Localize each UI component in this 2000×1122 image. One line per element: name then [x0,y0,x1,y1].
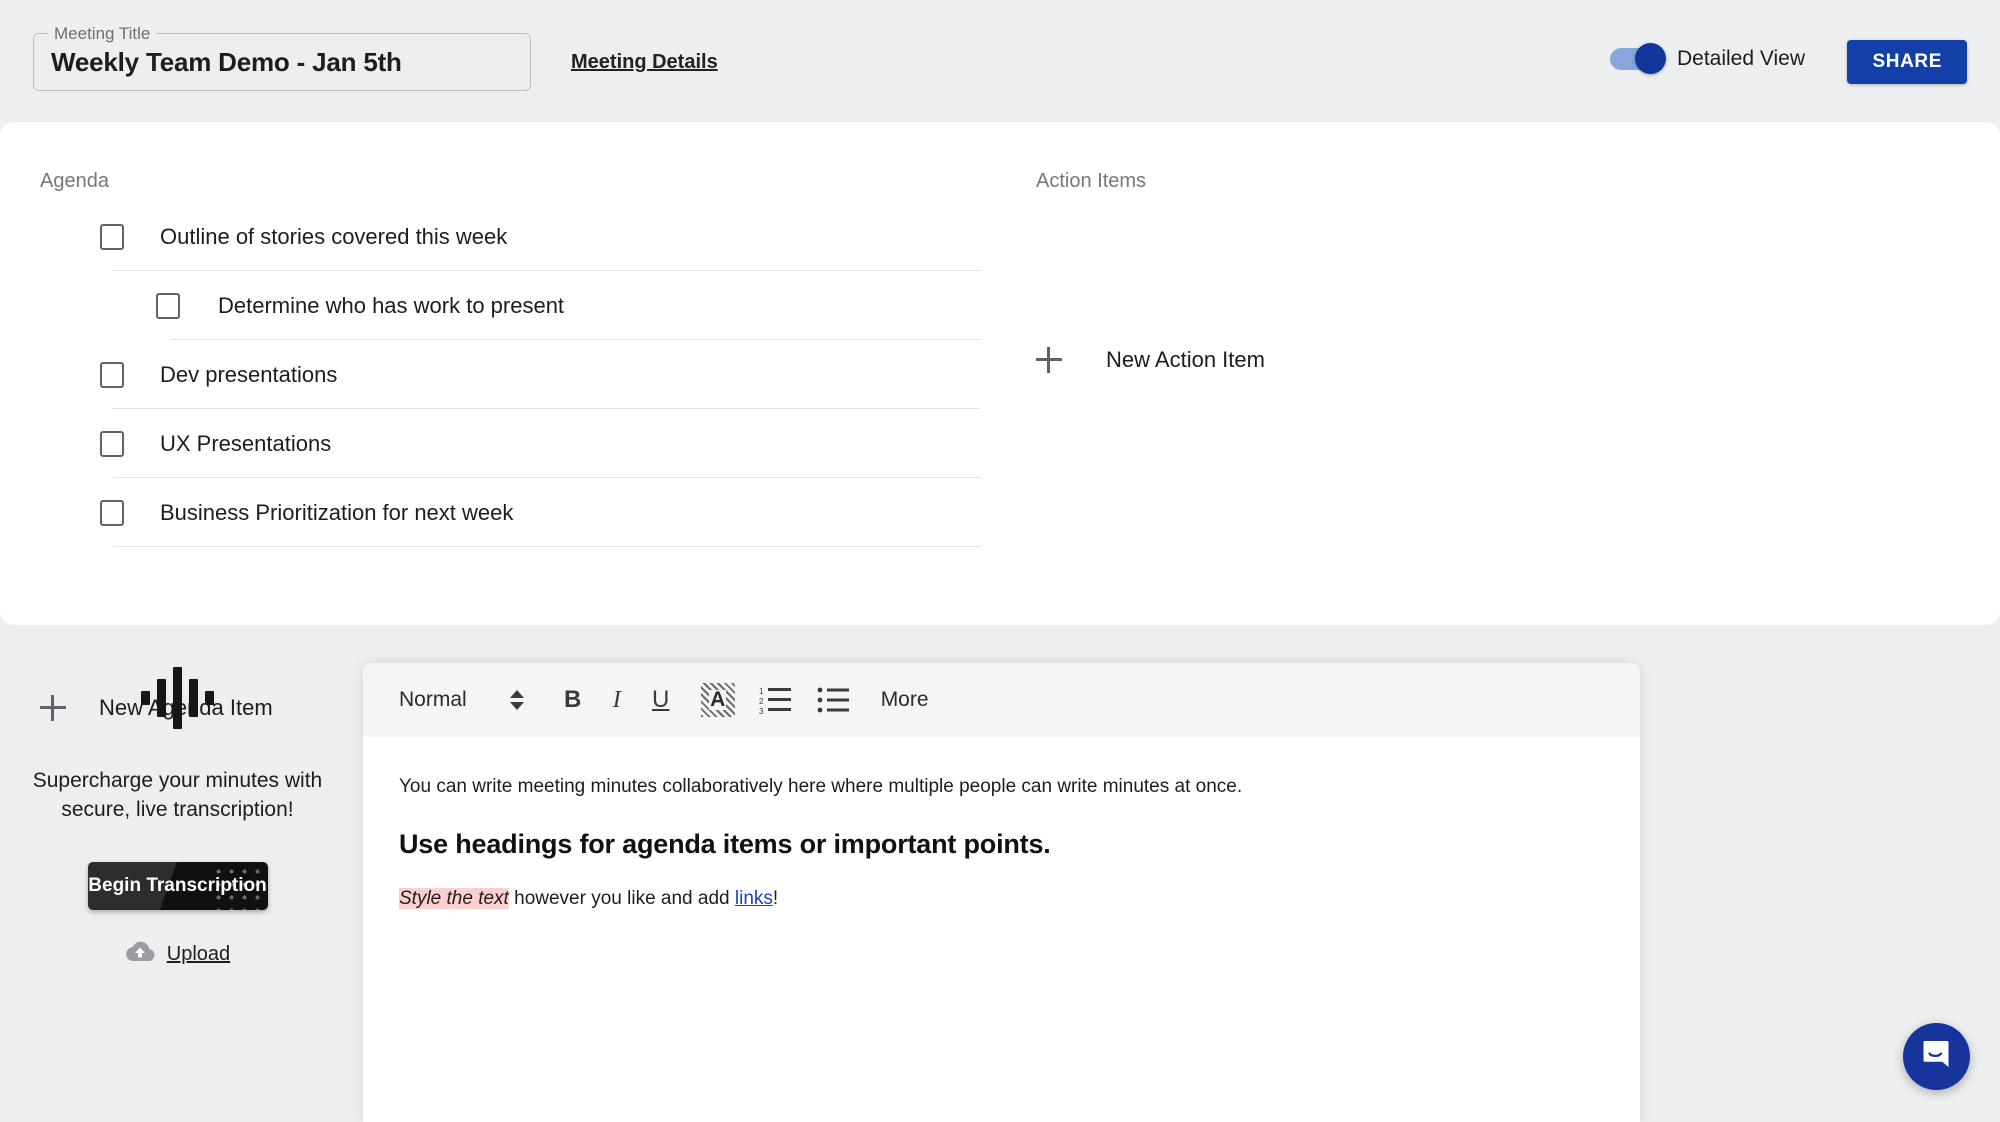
agenda-checkbox[interactable] [100,223,124,250]
action-items-section-heading: Action Items [1036,170,1147,192]
agenda-row[interactable]: Dev presentations [0,340,980,409]
agenda-row[interactable]: Determine who has work to present [0,271,980,340]
agenda-list: Outline of stories covered this week Det… [0,202,980,547]
editor-inline-link[interactable]: links [735,888,773,909]
ordered-list-button[interactable]: 1 2 3 [759,685,793,716]
begin-transcription-button[interactable]: Begin Transcription [87,862,268,910]
begin-transcription-label: Begin Transcription [88,875,267,896]
detailed-view-toggle-group[interactable]: Detailed View [1609,43,1805,74]
agenda-item-label: Business Prioritization for next week [160,499,514,525]
toggle-knob [1634,43,1666,74]
upload-label: Upload [166,942,231,965]
detailed-view-toggle[interactable] [1609,43,1666,74]
editor-heading: Use headings for agenda items or importa… [399,829,1051,859]
agenda-item-label: Determine who has work to present [218,292,565,318]
agenda-checkbox[interactable] [100,499,124,526]
transcription-tagline: Supercharge your minutes with secure, li… [32,769,323,821]
minutes-editor-body[interactable]: You can write meeting minutes collaborat… [363,737,1640,910]
underline-button[interactable]: U [639,678,683,722]
new-action-item-label: New Action Item [1106,347,1265,372]
editor-styled-paragraph: Style the text however you like and add … [399,888,1640,910]
meeting-title-field[interactable]: Meeting Title [33,24,531,91]
agenda-row[interactable]: Business Prioritization for next week [0,478,980,547]
transcription-panel: Supercharge your minutes with secure, li… [0,660,355,968]
svg-text:3: 3 [759,707,764,715]
app-root: Meeting Title Meeting Details Detailed V… [0,0,2000,1122]
new-action-item-button[interactable]: New Action Item [1036,347,1265,373]
highlight-letter: A [709,688,727,711]
agenda-item-label: Outline of stories covered this week [160,223,508,249]
text-style-select[interactable]: Normal [399,688,467,712]
bold-button[interactable]: B [551,678,595,722]
detailed-view-label: Detailed View [1676,47,1805,70]
chevron-updown-icon[interactable] [509,686,525,714]
highlight-color-button[interactable]: A [700,683,735,717]
svg-text:1: 1 [759,687,764,696]
agenda-row[interactable]: Outline of stories covered this week [0,202,980,271]
italic-button[interactable]: I [595,678,639,722]
chat-launcher-button[interactable] [1903,1023,1970,1090]
minutes-editor-card: Normal B I U A 1 2 3 More You can write … [363,663,1640,1122]
plus-icon [1036,347,1062,373]
chat-bubble-icon [1920,1037,1954,1076]
bulleted-list-button[interactable] [817,685,851,715]
agenda-checkbox[interactable] [100,430,124,457]
share-button[interactable]: SHARE [1847,40,1967,84]
editor-plain-text: however you like and add [508,888,735,909]
agenda-card: Agenda Action Items Outline of stories c… [0,122,2000,721]
editor-paragraph: You can write meeting minutes collaborat… [399,776,1243,797]
editor-trailing-text: ! [772,888,779,909]
agenda-checkbox[interactable] [100,361,124,388]
upload-button[interactable]: Upload [125,940,230,968]
app-header: Meeting Title Meeting Details Detailed V… [0,0,2000,122]
more-tools-button[interactable]: More [881,688,929,712]
editor-toolbar: Normal B I U A 1 2 3 More [363,663,1640,737]
agenda-row[interactable]: UX Presentations [0,409,980,478]
meeting-details-link[interactable]: Meeting Details [571,51,718,74]
agenda-section-heading: Agenda [40,170,109,192]
agenda-checkbox[interactable] [156,292,180,319]
highlighted-text: Style the text [399,888,509,909]
meeting-title-input[interactable] [51,47,511,78]
agenda-item-label: Dev presentations [160,361,338,387]
svg-text:2: 2 [759,697,764,706]
waveform-icon [141,660,214,736]
meeting-title-legend: Meeting Title [48,24,157,44]
cloud-upload-icon [125,940,155,968]
row-divider [113,546,980,547]
agenda-item-label: UX Presentations [160,430,332,456]
